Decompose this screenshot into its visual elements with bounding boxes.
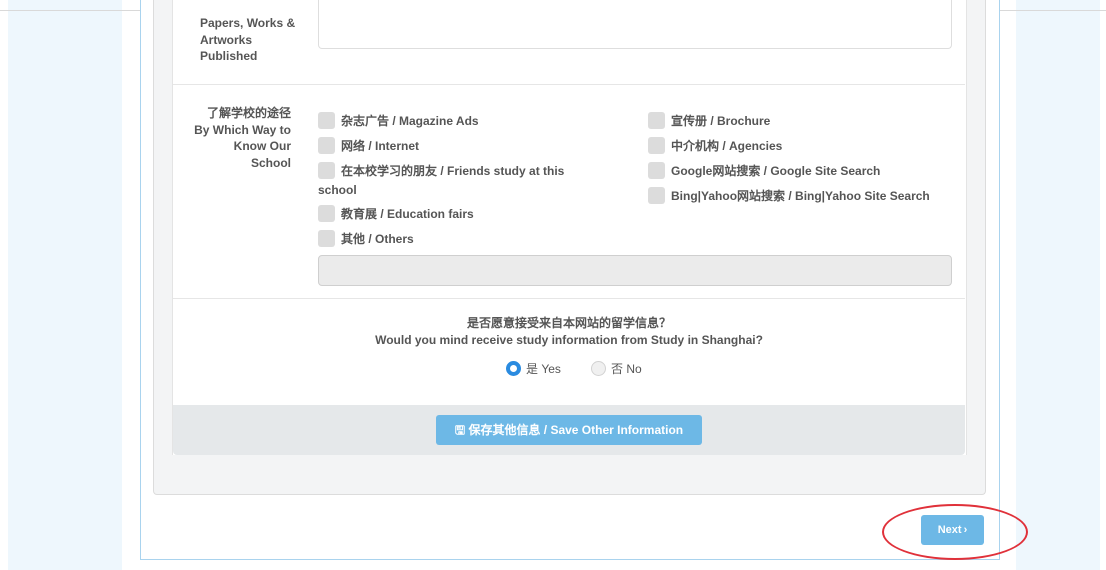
checkbox-box[interactable] bbox=[318, 162, 335, 180]
checkbox-agencies[interactable]: 中介机构 / Agencies bbox=[648, 136, 782, 155]
chevron-right-icon: › bbox=[963, 524, 968, 536]
checkbox-internet[interactable]: 网络 / Internet bbox=[318, 136, 419, 155]
checkbox-box[interactable] bbox=[318, 137, 335, 155]
checkbox-brochure[interactable]: 宣传册 / Brochure bbox=[648, 111, 770, 130]
save-other-info-button[interactable]: 🖫 保存其他信息 / Save Other Information bbox=[436, 415, 702, 445]
row-divider bbox=[173, 298, 965, 299]
checkbox-box[interactable] bbox=[318, 230, 335, 248]
checkbox-others[interactable]: 其他 / Others bbox=[318, 229, 414, 248]
row-divider bbox=[173, 84, 965, 85]
know-school-label: 了解学校的途径 By Which Way to Know Our School bbox=[194, 106, 291, 170]
checkbox-magazine-ads[interactable]: 杂志广告 / Magazine Ads bbox=[318, 111, 479, 130]
radio-unselected-icon[interactable] bbox=[591, 361, 606, 376]
checkbox-friends-label-cont: school bbox=[318, 182, 357, 197]
checkbox-bing-yahoo-search[interactable]: Bing|Yahoo网站搜索 / Bing|Yahoo Site Search bbox=[648, 186, 930, 205]
page-background-right bbox=[1016, 0, 1100, 570]
next-button[interactable]: Next › bbox=[921, 515, 984, 545]
published-label: Papers, Works & Artworks Published bbox=[200, 16, 296, 63]
checkbox-box[interactable] bbox=[318, 112, 335, 130]
radio-yes[interactable]: 是 Yes bbox=[506, 360, 561, 377]
radio-no[interactable]: 否 No bbox=[591, 360, 642, 377]
checkbox-box[interactable] bbox=[648, 112, 665, 130]
other-source-input[interactable] bbox=[318, 255, 952, 286]
page-background-left bbox=[8, 0, 122, 570]
other-info-card bbox=[172, 0, 967, 455]
radio-selected-icon[interactable] bbox=[506, 361, 521, 376]
checkbox-box[interactable] bbox=[648, 137, 665, 155]
consent-question-en: Would you mind receive study information… bbox=[375, 333, 763, 347]
checkbox-google-search[interactable]: Google网站搜索 / Google Site Search bbox=[648, 161, 880, 180]
checkbox-box[interactable] bbox=[648, 187, 665, 205]
checkbox-box[interactable] bbox=[648, 162, 665, 180]
save-icon: 🖫 bbox=[454, 423, 466, 437]
checkbox-education-fairs[interactable]: 教育展 / Education fairs bbox=[318, 204, 474, 223]
checkbox-box[interactable] bbox=[318, 205, 335, 223]
checkbox-friends[interactable]: 在本校学习的朋友 / Friends study at this bbox=[318, 161, 564, 180]
published-works-textarea[interactable] bbox=[318, 0, 952, 49]
